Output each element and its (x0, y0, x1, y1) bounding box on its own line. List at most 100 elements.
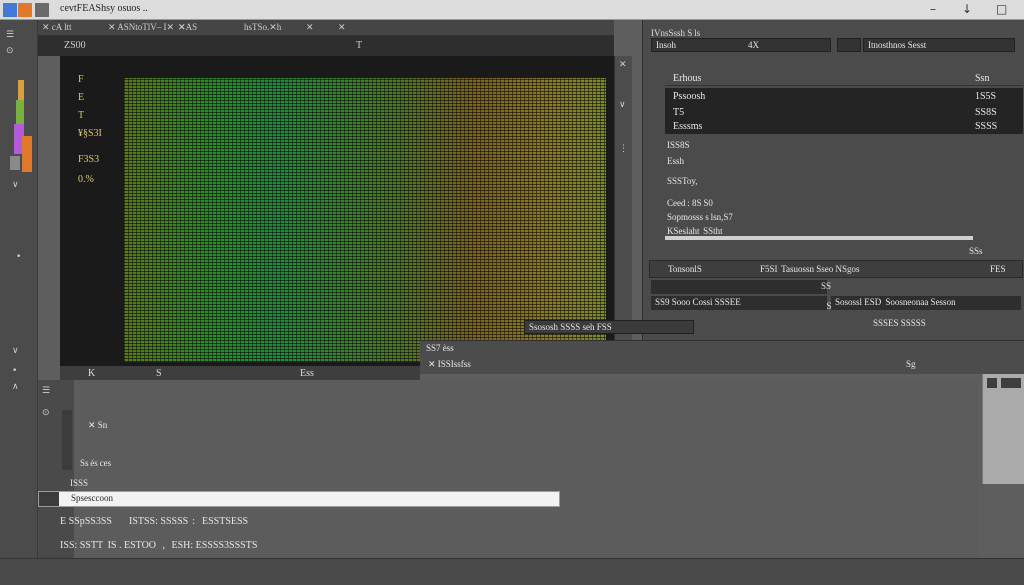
status-bar (0, 558, 1024, 585)
tab-1[interactable]: ✕ cA ltt (42, 22, 72, 33)
edit-icon[interactable] (35, 3, 49, 17)
output-scrollbar[interactable] (982, 374, 1024, 484)
expand-icon[interactable] (39, 492, 59, 506)
table-header: Erhous Ssn (665, 72, 1023, 86)
column-header: Ssn (975, 73, 990, 84)
editor-tab-bar: ✕ cA ltt ✕ ASNtoTlV– I✕ ✕AS ✕ hsTSo.✕h ✕… (38, 20, 614, 36)
column-header: Erhous (673, 73, 702, 84)
status-field[interactable]: Sosossl ESD Soosneonaa Sesson (831, 296, 1021, 310)
status-field-value: SS9 Sooo Cossi SSSEE (655, 297, 741, 307)
panel-field-1[interactable]: Insoh 4X (651, 38, 831, 52)
table-row[interactable]: T5 SS8S (665, 106, 1023, 120)
window-title: cevtFEAShsy osuos .. (60, 3, 148, 14)
status-text: F5SI Tasuossn Sseo NSgos (760, 264, 860, 274)
filter-icon[interactable]: ☰ (42, 386, 50, 396)
floating-label: Ssososh SSSS seh FSS (524, 320, 694, 334)
output-panel (38, 380, 978, 560)
list-item[interactable]: SSSToy, (667, 176, 698, 186)
status-label: TonsonlS (668, 264, 702, 274)
table-row[interactable]: Pssoosh 1S5S (665, 88, 1023, 106)
file-icon[interactable] (18, 3, 32, 17)
panel-toggle[interactable] (837, 38, 861, 52)
status-mid: S (150, 368, 162, 379)
bullet-icon: • (12, 366, 18, 376)
tab-4[interactable]: hsTSo.✕h (244, 22, 281, 33)
folder-icon[interactable]: ☰ (6, 30, 14, 40)
pin-icon[interactable]: ⊙ (42, 408, 50, 418)
list-item[interactable]: Sopmosss s lsn,S7 (667, 212, 733, 222)
color-swatch-orange[interactable] (22, 136, 32, 172)
color-swatch-yellow[interactable] (18, 80, 24, 100)
cursor-marker: T (356, 40, 363, 51)
tab-close-icon[interactable]: ✕ (338, 22, 346, 33)
panel-control[interactable] (1001, 378, 1021, 388)
app-icon[interactable] (3, 3, 17, 17)
row-value: SS8S (975, 107, 997, 118)
line-number: 0.% (78, 174, 94, 185)
progress-bar (665, 236, 973, 240)
log-line: ISS: SSTT IS . ESTOO , ESH: ESSSS3SSSTS (60, 540, 258, 551)
maximize-icon[interactable]: □ (996, 2, 1007, 16)
chevron-down-icon[interactable]: ∨ (619, 100, 626, 110)
arrow-down-icon[interactable]: ↓ (962, 2, 972, 16)
close-icon[interactable]: ✕ (619, 60, 627, 70)
list-item[interactable]: Ceed : 8S S0 (667, 198, 713, 208)
tab-output[interactable]: ✕ ISSIssfss (428, 359, 471, 370)
command-input[interactable]: Spsesccoon (38, 491, 560, 507)
output-panel-header: SS7 èss ✕ ISSIssfss Sg (420, 340, 1024, 374)
output-line: ISSS (70, 478, 89, 488)
field-label: Insoh (656, 40, 676, 50)
status-field[interactable]: SS9 Sooo Cossi SSSEE (651, 296, 827, 310)
settings-icon[interactable]: ⋮ (619, 144, 628, 154)
row-label: T5 (673, 107, 685, 118)
list-item[interactable]: Essh (667, 156, 684, 166)
window-title-bar: cevtFEAShsy osuos .. – ↓ □ (0, 0, 1024, 20)
marker-icon: • (16, 252, 22, 262)
close-icon[interactable] (987, 378, 997, 388)
status-value: FES (990, 264, 1006, 274)
color-swatch-gray[interactable] (10, 156, 20, 170)
status-row: TonsonlS F5SI Tasuossn Sseo NSgos FES (649, 260, 1023, 278)
line-number: E (78, 92, 85, 103)
row-label: Esssms (673, 121, 703, 132)
chevron-down-icon[interactable]: ∨ (12, 180, 19, 190)
log-line: E SSpSS3SS ISTSS: SSSSS : ESSTSESS (60, 516, 249, 527)
table-row[interactable]: Esssms SSSS (665, 120, 1023, 134)
status-field[interactable]: SS ESF (651, 280, 837, 311)
expand-icon[interactable]: ∧ (12, 382, 19, 392)
line-number: F3S3 (78, 154, 100, 165)
status-right: Ess (300, 368, 314, 379)
line-number: T (78, 110, 85, 121)
tab-3[interactable]: ✕ (178, 22, 186, 33)
collapse-icon[interactable]: ∨ (12, 346, 19, 356)
list-item[interactable]: KSeslaht SStht (667, 226, 723, 236)
color-swatch-green[interactable] (16, 100, 24, 124)
status-field-value: Sosossl ESD Soosneonaa Sesson (835, 297, 956, 307)
output-side-toolbar: ☰ ⊙ (38, 380, 74, 560)
vertical-scroll[interactable] (62, 410, 72, 470)
status-footer: SSSES SSSSS (873, 318, 926, 328)
tab-close-icon[interactable]: ✕ (306, 22, 314, 33)
command-input-value: Spsesccoon (71, 493, 113, 503)
output-line: Ss és ces (80, 458, 112, 468)
field-value: 4X (748, 40, 759, 50)
status-left: K (88, 368, 96, 379)
row-value: 1S5S (975, 91, 997, 102)
field-value: Itnosthnos Sesst (868, 40, 927, 50)
row-value: SSSS (975, 121, 998, 132)
panel-title: IVnsSssh S ls (651, 28, 701, 38)
panel-field-2[interactable]: Itnosthnos Sesst (863, 38, 1015, 52)
row-label: Pssoosh (673, 91, 706, 102)
list-item[interactable]: ISS8S (667, 140, 690, 150)
side-value: SSs (969, 246, 983, 256)
editor-title: ZS00 (64, 40, 86, 51)
output-title: SS7 èss (426, 343, 454, 353)
search-icon[interactable]: ⊙ (6, 46, 14, 56)
left-toolbar: ☰ ⊙ ∨ • ∨ • ∧ (0, 20, 38, 580)
properties-panel: IVnsSssh S ls Insoh 4X Itnosthnos Sesst … (642, 20, 1024, 340)
minimize-icon[interactable]: – (930, 2, 936, 16)
editor-header: ZS00 T (38, 36, 614, 56)
line-number: ¥§S3I (78, 128, 102, 139)
output-line: ✕ Sn (88, 420, 108, 430)
output-tab-right: Sg (906, 359, 916, 369)
